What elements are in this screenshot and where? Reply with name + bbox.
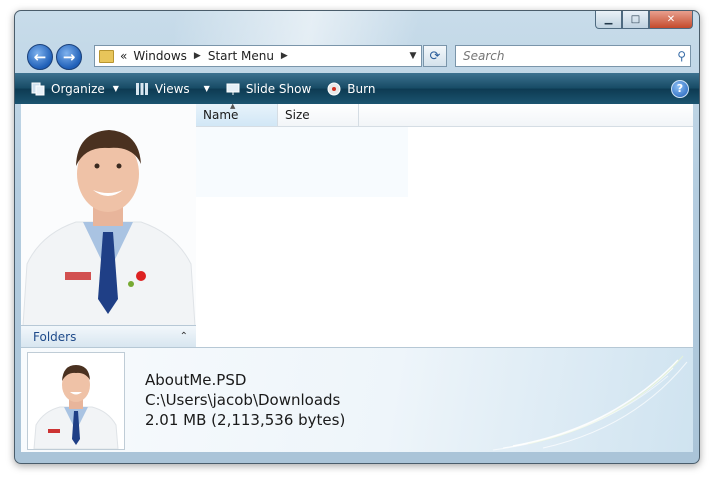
organize-button[interactable]: Organize ▼ <box>31 82 119 96</box>
help-icon: ? <box>676 82 684 95</box>
breadcrumb-separator-icon[interactable]: ▶ <box>194 51 201 61</box>
breadcrumb-separator-icon[interactable]: ▶ <box>281 51 288 61</box>
folders-label: Folders <box>33 329 77 344</box>
file-list[interactable]: ▲ Name Size <box>196 102 693 347</box>
forward-arrow-icon: → <box>62 48 76 66</box>
file-thumbnail <box>27 352 125 450</box>
breadcrumb-overflow[interactable]: « <box>120 49 127 63</box>
file-name: AboutMe.PSD <box>145 371 247 389</box>
sort-ascending-icon: ▲ <box>230 102 236 110</box>
file-path: C:\Users\jacob\Downloads <box>145 391 341 409</box>
profile-photo-large <box>21 104 196 326</box>
caption-buttons: ▁ □ ✕ <box>595 11 693 29</box>
explorer-window: ▁ □ ✕ ← → « Windows ▶ Start Menu ▶ ▼ ⟳ ⚲… <box>14 10 700 464</box>
breadcrumb-start-menu[interactable]: Start Menu <box>208 49 274 63</box>
refresh-button[interactable]: ⟳ <box>423 45 447 67</box>
search-box[interactable]: ⚲ <box>455 45 691 67</box>
details-pane: AboutMe.PSD C:\Users\jacob\Downloads 2.0… <box>21 347 693 452</box>
forward-button[interactable]: → <box>56 44 82 70</box>
burn-button[interactable]: Burn <box>327 82 375 96</box>
close-button[interactable]: ✕ <box>649 11 693 29</box>
organize-icon <box>31 82 45 96</box>
column-size-label: Size <box>285 108 310 122</box>
views-label: Views <box>154 81 190 96</box>
breadcrumb-windows[interactable]: Windows <box>133 49 187 63</box>
maximize-button[interactable]: □ <box>622 11 649 29</box>
burn-disc-icon <box>327 82 341 96</box>
column-name-label: Name <box>203 108 239 122</box>
collapse-chevron-icon: ⌃ <box>179 331 188 342</box>
views-dropdown-icon: ▼ <box>203 84 210 93</box>
slideshow-button[interactable]: Slide Show <box>226 82 311 96</box>
folder-icon <box>99 49 114 63</box>
refresh-icon: ⟳ <box>429 48 441 64</box>
empty-list-area <box>196 127 408 197</box>
address-dropdown-icon[interactable]: ▼ <box>405 51 421 61</box>
address-bar[interactable]: « Windows ▶ Start Menu ▶ ▼ <box>94 45 422 67</box>
column-size[interactable]: Size <box>278 104 359 126</box>
command-bar: Organize ▼ Views ▼ Slide Show Burn ? <box>15 73 699 104</box>
help-button[interactable]: ? <box>671 79 689 98</box>
back-arrow-icon: ← <box>33 48 47 66</box>
views-icon <box>135 82 149 96</box>
file-info: AboutMe.PSD C:\Users\jacob\Downloads 2.0… <box>145 370 345 430</box>
search-icon[interactable]: ⚲ <box>677 49 686 63</box>
folders-toggle[interactable]: Folders ⌃ <box>21 325 196 347</box>
back-button[interactable]: ← <box>27 44 53 70</box>
slideshow-label: Slide Show <box>245 81 312 96</box>
burn-label: Burn <box>347 81 376 96</box>
column-header: ▲ Name Size <box>196 102 693 127</box>
minimize-button[interactable]: ▁ <box>595 11 622 29</box>
search-input[interactable] <box>461 48 665 64</box>
slideshow-icon <box>226 82 240 96</box>
organize-dropdown-icon: ▼ <box>112 84 119 93</box>
organize-label: Organize <box>51 81 105 96</box>
views-button[interactable]: Views ▼ <box>135 82 210 96</box>
decorative-swoosh <box>492 355 688 451</box>
preview-pane: Folders ⌃ <box>21 104 197 347</box>
column-name[interactable]: ▲ Name <box>196 102 278 126</box>
file-size: 2.01 MB (2,113,536 bytes) <box>145 411 346 429</box>
